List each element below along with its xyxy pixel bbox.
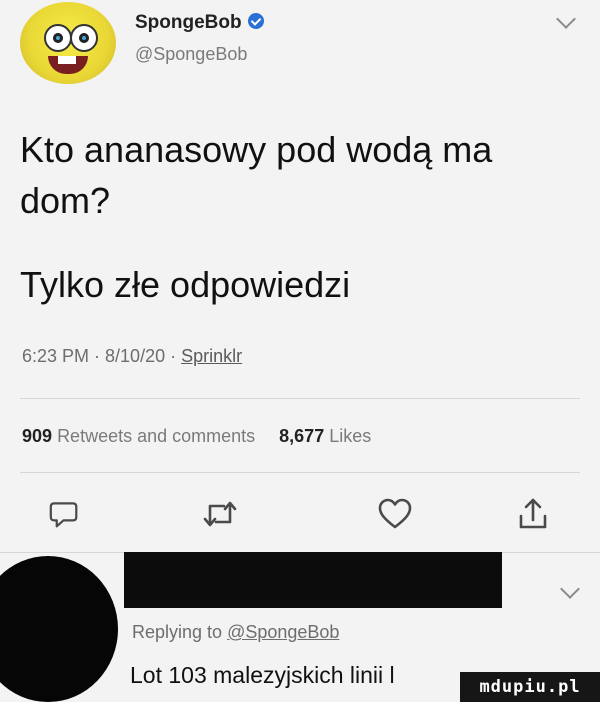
reply-avatar[interactable] xyxy=(0,556,118,702)
tweet-stats: 909 Retweets and comments 8,677 Likes xyxy=(22,426,371,447)
replying-prefix: Replying to xyxy=(132,622,228,642)
tweet-screenshot: SpongeBob @SpongeBob Kto ananasowy pod w… xyxy=(0,0,600,702)
likes-count[interactable]: 8,677 xyxy=(279,426,324,446)
likes-label[interactable]: Likes xyxy=(329,426,371,446)
avatar-teeth xyxy=(58,56,76,64)
replying-to: Replying to @SpongeBob xyxy=(132,622,339,643)
like-icon[interactable] xyxy=(375,494,415,534)
avatar-eye-right xyxy=(70,24,98,52)
divider xyxy=(20,398,580,399)
user-handle[interactable]: @SpongeBob xyxy=(135,44,247,65)
display-name[interactable]: SpongeBob xyxy=(135,12,264,34)
tweet-timestamp: 6:23 PM · 8/10/20 · xyxy=(22,346,182,366)
share-icon[interactable] xyxy=(513,494,553,534)
retweets-count[interactable]: 909 xyxy=(22,426,52,446)
tweet-text-line: Kto ananasowy pod wodą ma dom? xyxy=(20,129,493,221)
chevron-down-icon[interactable] xyxy=(560,579,580,599)
tweet-text: Kto ananasowy pod wodą ma dom? Tylko złe… xyxy=(20,124,580,310)
retweet-icon[interactable] xyxy=(200,494,240,534)
avatar-eye-left xyxy=(44,24,72,52)
retweets-label[interactable]: Retweets and comments xyxy=(57,426,255,446)
tweet-text-line: Tylko złe odpowiedzi xyxy=(20,264,351,305)
divider xyxy=(20,472,580,473)
watermark: mdupiu.pl xyxy=(460,672,600,702)
reply-text: Lot 103 malezyjskich linii l xyxy=(130,662,395,688)
redacted-username xyxy=(124,552,502,608)
display-name-text[interactable]: SpongeBob xyxy=(135,12,242,33)
chevron-down-icon[interactable] xyxy=(556,9,576,29)
reply-icon[interactable] xyxy=(44,494,84,534)
verified-icon xyxy=(247,12,264,29)
tweet-source-link[interactable]: Sprinklr xyxy=(181,346,242,366)
profile-avatar[interactable] xyxy=(20,2,116,84)
replying-mention-link[interactable]: @SpongeBob xyxy=(227,622,339,642)
tweet-meta: 6:23 PM · 8/10/20 · Sprinklr xyxy=(22,346,242,367)
